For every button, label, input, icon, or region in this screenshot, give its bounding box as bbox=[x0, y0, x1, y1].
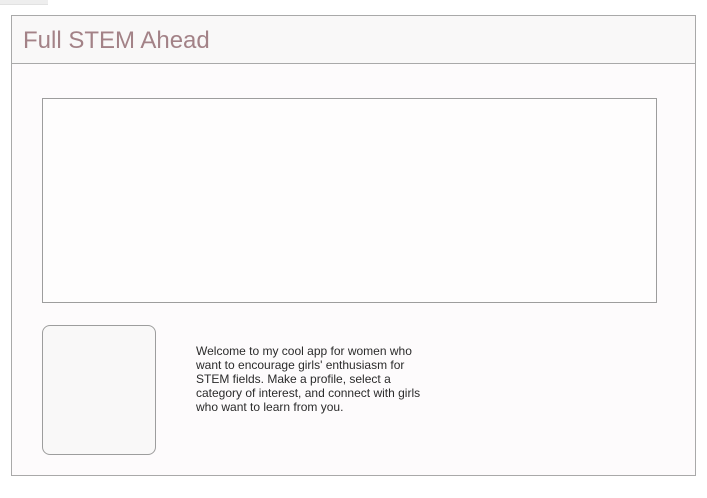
hero-image-placeholder bbox=[42, 98, 657, 303]
welcome-text: Welcome to my cool app for women who wan… bbox=[196, 344, 421, 414]
app-frame: Full STEM Ahead Welcome to my cool app f… bbox=[11, 15, 696, 476]
app-title: Full STEM Ahead bbox=[23, 27, 210, 54]
profile-image-placeholder bbox=[42, 325, 156, 455]
window-corner-tab bbox=[0, 0, 48, 5]
app-header: Full STEM Ahead bbox=[12, 16, 695, 64]
